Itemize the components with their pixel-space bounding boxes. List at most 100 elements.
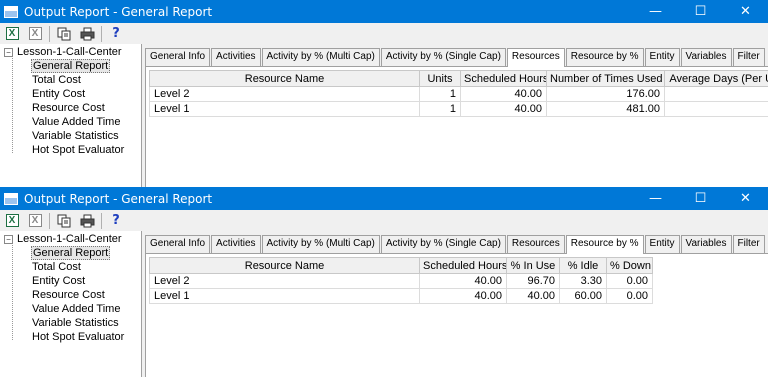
print-button[interactable] <box>77 212 97 230</box>
tree-item-general-report[interactable]: General Report <box>31 59 111 73</box>
tab-filter[interactable]: Filter <box>732 235 765 253</box>
tree-item-value-added-time[interactable]: Value Added Time <box>31 115 121 129</box>
table-cell: 40.00 <box>460 101 547 117</box>
tab-variables[interactable]: Variables <box>680 48 732 66</box>
minimize-button[interactable]: — <box>633 0 678 23</box>
app-window-icon <box>4 192 18 205</box>
tree-item-variable-statistics[interactable]: Variable Statistics <box>31 129 120 143</box>
table-cell: Level 1 <box>149 101 420 117</box>
tab-general-info[interactable]: General Info <box>145 235 211 253</box>
excel-disabled-icon: X <box>28 214 42 227</box>
close-button[interactable]: ✕ <box>723 0 768 23</box>
toolbar: X X ? <box>0 23 768 44</box>
tab-activity-single-cap[interactable]: Activity by % (Single Cap) <box>380 48 506 66</box>
help-button[interactable]: ? <box>106 25 126 43</box>
table-cell: 40.00 <box>460 86 547 102</box>
table-header-row: Resource Name Scheduled Hours % In Use %… <box>149 257 653 274</box>
tab-resources[interactable]: Resources <box>506 48 565 67</box>
tree-item-resource-cost[interactable]: Resource Cost <box>31 101 106 115</box>
help-button[interactable]: ? <box>106 212 126 230</box>
tree-item-total-cost[interactable]: Total Cost <box>31 260 82 274</box>
table-row[interactable]: Level 2 40.00 96.70 3.30 0.00 <box>149 273 653 289</box>
close-button[interactable]: ✕ <box>723 187 768 210</box>
tree-root[interactable]: − Lesson-1-Call-Center <box>4 46 122 58</box>
column-header[interactable]: Average Days (Per Usa <box>664 70 768 87</box>
collapse-icon[interactable]: − <box>4 47 13 57</box>
column-header[interactable]: % Idle <box>559 257 607 274</box>
grid-area: Resource Name Units Scheduled Hours Numb… <box>145 66 768 187</box>
tree-item-entity-cost[interactable]: Entity Cost <box>31 274 86 288</box>
tab-entity[interactable]: Entity <box>644 235 680 253</box>
export-excel-button[interactable]: X <box>2 25 22 43</box>
tree-item-value-added-time[interactable]: Value Added Time <box>31 302 121 316</box>
app-window-icon <box>4 5 18 18</box>
table-row[interactable]: Level 2 1 40.00 176.00 <box>149 86 768 102</box>
collapse-icon[interactable]: − <box>4 234 13 244</box>
tab-variables[interactable]: Variables <box>680 235 732 253</box>
tab-activity-multi-cap[interactable]: Activity by % (Multi Cap) <box>261 48 380 66</box>
column-header[interactable]: Resource Name <box>149 257 420 274</box>
tab-resource-by-percent[interactable]: Resource by % <box>565 235 644 254</box>
title-bar[interactable]: Output Report - General Report — ☐ ✕ <box>0 0 768 23</box>
tab-resource-by-percent[interactable]: Resource by % <box>565 48 644 66</box>
tab-filter[interactable]: Filter <box>732 48 765 66</box>
help-icon: ? <box>112 213 120 228</box>
tree-item-entity-cost[interactable]: Entity Cost <box>31 87 86 101</box>
table-cell: Level 2 <box>149 86 420 102</box>
title-bar[interactable]: Output Report - General Report — ☐ ✕ <box>0 187 768 210</box>
copy-icon <box>57 214 71 227</box>
copy-button[interactable] <box>54 25 74 43</box>
table-cell <box>664 86 768 102</box>
column-header[interactable]: Resource Name <box>149 70 420 87</box>
column-header[interactable]: Number of Times Used <box>546 70 665 87</box>
tree-item-general-report[interactable]: General Report <box>31 246 111 260</box>
tab-activities[interactable]: Activities <box>211 235 261 253</box>
tree-item-resource-cost[interactable]: Resource Cost <box>31 288 106 302</box>
toolbar: X X ? <box>0 210 768 231</box>
table-cell <box>664 101 768 117</box>
tab-activities[interactable]: Activities <box>211 48 261 66</box>
table-row[interactable]: Level 1 1 40.00 481.00 <box>149 101 768 117</box>
minimize-button[interactable]: — <box>633 187 678 210</box>
report-window-resource-by-percent: Output Report - General Report — ☐ ✕ X X <box>0 187 768 377</box>
help-icon: ? <box>112 26 120 41</box>
tree-item-hot-spot-evaluator[interactable]: Hot Spot Evaluator <box>31 330 125 344</box>
copy-button[interactable] <box>54 212 74 230</box>
export-excel-button[interactable]: X <box>2 212 22 230</box>
table-header-row: Resource Name Units Scheduled Hours Numb… <box>149 70 768 87</box>
table-row[interactable]: Level 1 40.00 40.00 60.00 0.00 <box>149 288 653 304</box>
print-button[interactable] <box>77 25 97 43</box>
report-tab-pane: General Info Activities Activity by % (M… <box>145 235 768 377</box>
export-excel-disabled-button[interactable]: X <box>25 212 45 230</box>
excel-export-icon: X <box>5 214 19 227</box>
tab-resources[interactable]: Resources <box>506 235 565 253</box>
table-cell: 176.00 <box>546 86 665 102</box>
maximize-button[interactable]: ☐ <box>678 0 723 23</box>
table-cell: 40.00 <box>419 288 507 304</box>
tab-activity-multi-cap[interactable]: Activity by % (Multi Cap) <box>261 235 380 253</box>
tab-entity[interactable]: Entity <box>644 48 680 66</box>
table-cell: 96.70 <box>506 273 560 289</box>
toolbar-separator <box>101 212 102 229</box>
print-icon <box>80 214 94 227</box>
tab-general-info[interactable]: General Info <box>145 48 211 66</box>
tree-root-label: Lesson-1-Call-Center <box>17 46 122 58</box>
grid-area: Resource Name Scheduled Hours % In Use %… <box>145 253 768 377</box>
table-cell: 1 <box>419 86 461 102</box>
tab-activity-single-cap[interactable]: Activity by % (Single Cap) <box>380 235 506 253</box>
export-excel-disabled-button[interactable]: X <box>25 25 45 43</box>
tree-root[interactable]: − Lesson-1-Call-Center <box>4 233 122 245</box>
column-header[interactable]: Units <box>419 70 461 87</box>
tree-item-hot-spot-evaluator[interactable]: Hot Spot Evaluator <box>31 143 125 157</box>
maximize-button[interactable]: ☐ <box>678 187 723 210</box>
report-tab-pane: General Info Activities Activity by % (M… <box>145 48 768 187</box>
column-header[interactable]: % In Use <box>506 257 560 274</box>
report-window-resources: Output Report - General Report — ☐ ✕ X X <box>0 0 768 187</box>
column-header[interactable]: Scheduled Hours <box>419 257 507 274</box>
column-header[interactable]: Scheduled Hours <box>460 70 547 87</box>
tree-item-variable-statistics[interactable]: Variable Statistics <box>31 316 120 330</box>
table-cell: 0.00 <box>606 288 653 304</box>
tree-item-total-cost[interactable]: Total Cost <box>31 73 82 87</box>
table-cell: 481.00 <box>546 101 665 117</box>
column-header[interactable]: % Down <box>606 257 653 274</box>
